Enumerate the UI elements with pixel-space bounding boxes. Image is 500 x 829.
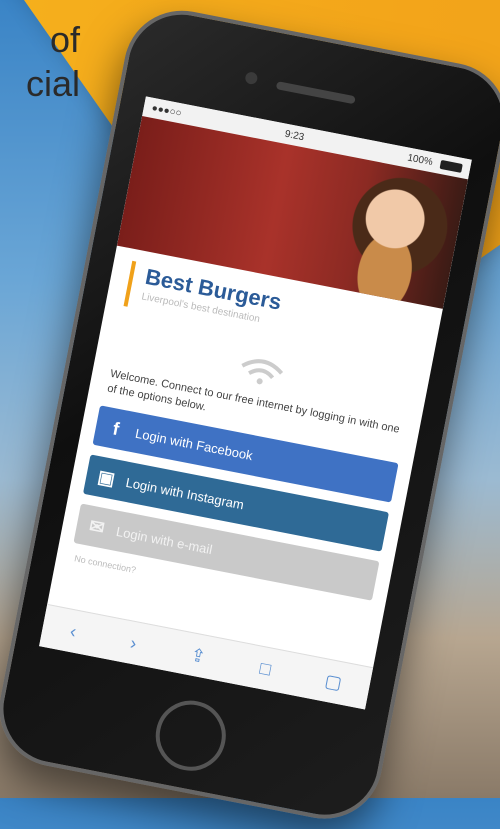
login-email-label: Login with e-mail — [115, 523, 214, 557]
banner-text: of cial — [0, 18, 80, 106]
signal-icon: ●●●○○ — [150, 102, 183, 119]
battery-icon — [439, 159, 463, 173]
front-camera — [244, 71, 259, 86]
status-time: 9:23 — [283, 128, 306, 143]
back-icon[interactable]: ‹ — [68, 620, 78, 642]
home-button[interactable] — [149, 694, 232, 777]
forward-icon[interactable]: › — [129, 632, 139, 654]
instagram-icon: ▣ — [96, 465, 117, 489]
speaker — [275, 81, 356, 105]
phone-body: ●●●○○ 9:23 100% Best Burgers Liverpool's… — [0, 0, 500, 829]
wifi-icon — [229, 346, 295, 393]
share-icon[interactable]: ⇪ — [189, 644, 208, 667]
phone-screen: ●●●○○ 9:23 100% Best Burgers Liverpool's… — [39, 96, 472, 710]
bookmarks-icon[interactable]: □ — [258, 657, 272, 680]
banner-line-2: cial — [25, 63, 80, 104]
person-eating-burger — [315, 164, 457, 308]
battery-percent: 100% — [406, 152, 434, 168]
tabs-icon[interactable]: ▢ — [323, 670, 344, 694]
login-facebook-label: Login with Facebook — [134, 425, 255, 463]
login-instagram-label: Login with Instagram — [124, 474, 246, 512]
phone: ●●●○○ 9:23 100% Best Burgers Liverpool's… — [0, 0, 500, 829]
safari-toolbar: ‹ › ⇪ □ ▢ — [39, 603, 374, 710]
email-icon: ✉ — [87, 515, 107, 538]
facebook-icon: f — [111, 417, 121, 439]
banner-line-1: of — [49, 19, 80, 60]
